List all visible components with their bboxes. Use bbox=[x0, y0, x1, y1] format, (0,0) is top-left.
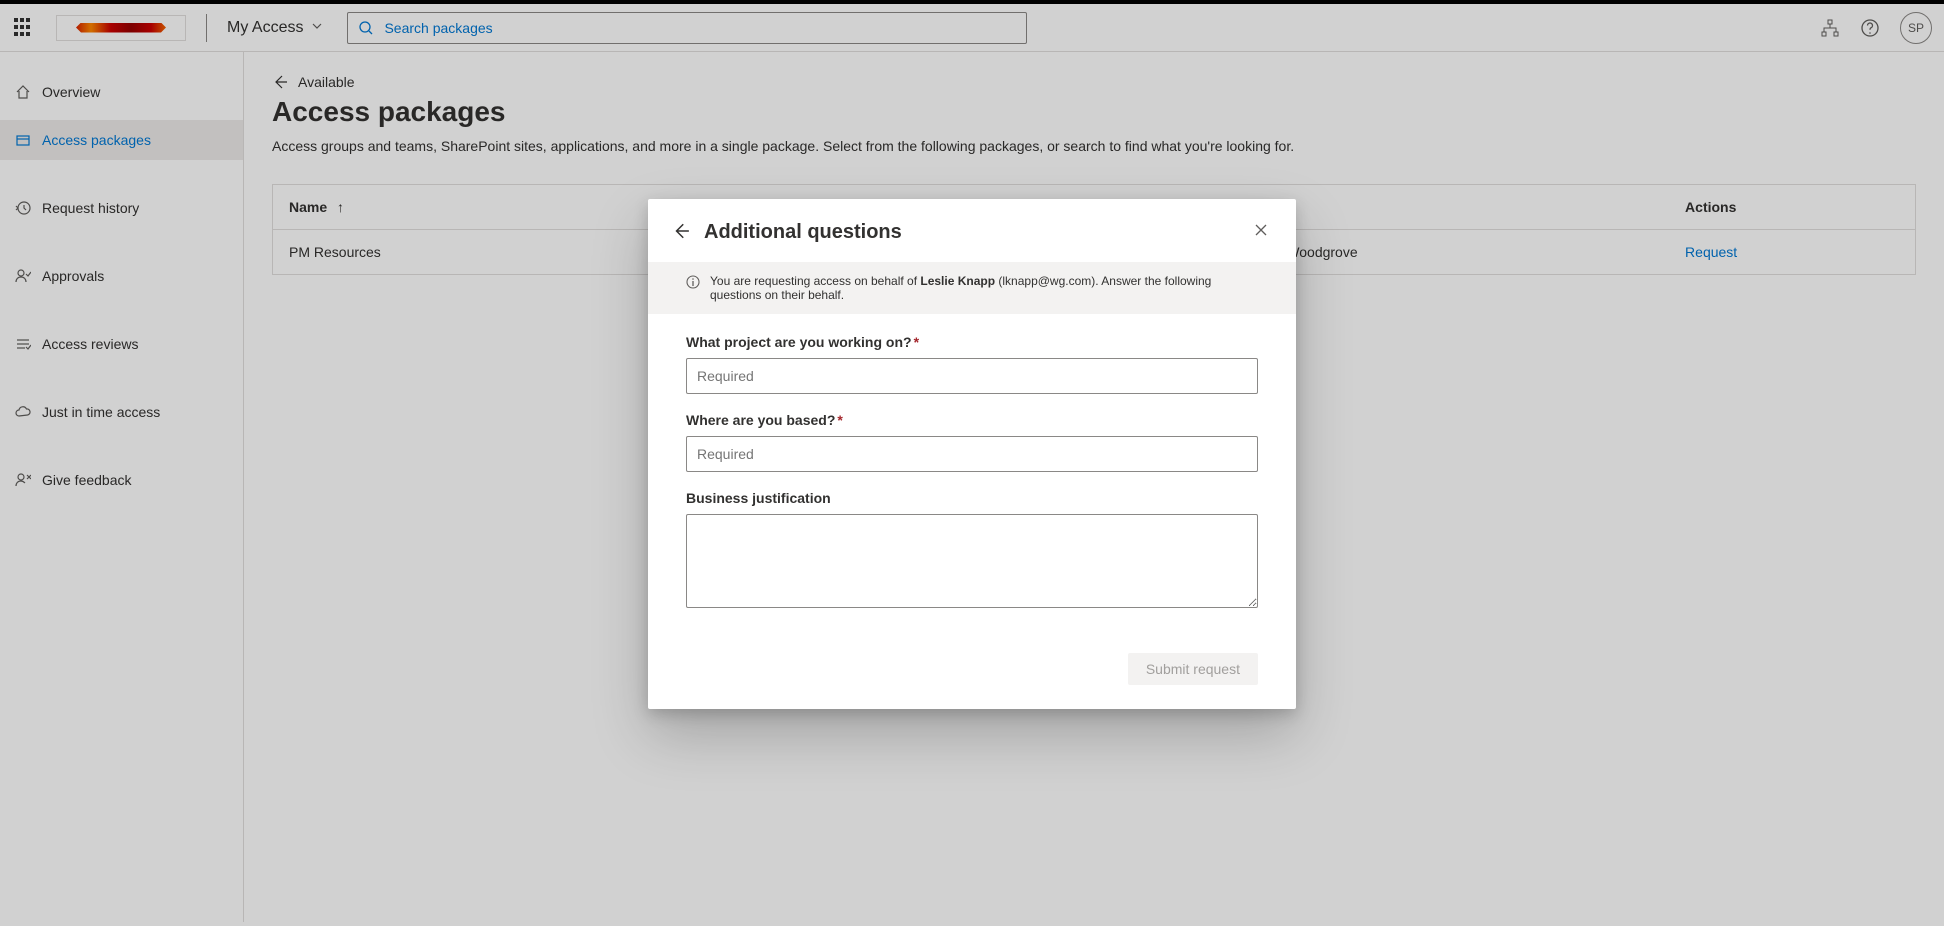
submit-request-button[interactable]: Submit request bbox=[1128, 653, 1258, 685]
q1-input[interactable] bbox=[686, 358, 1258, 394]
q2-input[interactable] bbox=[686, 436, 1258, 472]
close-icon bbox=[1254, 223, 1268, 237]
q3-textarea[interactable] bbox=[686, 514, 1258, 608]
dialog-back-button[interactable] bbox=[672, 222, 690, 243]
info-icon bbox=[686, 275, 700, 289]
info-bar: You are requesting access on behalf of L… bbox=[648, 262, 1296, 314]
q2-label: Where are you based?* bbox=[686, 412, 1258, 428]
arrow-left-icon bbox=[672, 222, 690, 240]
q3-label: Business justification bbox=[686, 490, 1258, 506]
info-text: You are requesting access on behalf of L… bbox=[710, 274, 1258, 302]
dialog-close-button[interactable] bbox=[1250, 219, 1272, 246]
modal-overlay[interactable]: Additional questions You are requesting … bbox=[0, 4, 1944, 926]
dialog-title: Additional questions bbox=[704, 221, 1250, 244]
q1-label: What project are you working on?* bbox=[686, 334, 1258, 350]
dialog-additional-questions: Additional questions You are requesting … bbox=[648, 199, 1296, 709]
